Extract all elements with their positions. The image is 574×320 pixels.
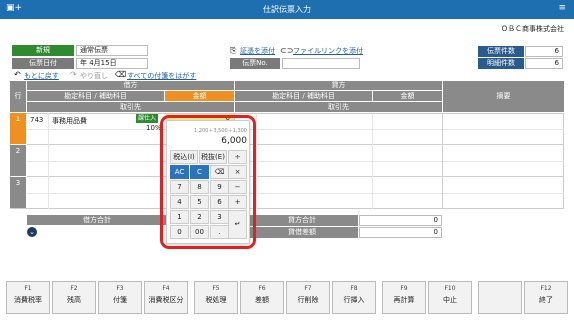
account-name[interactable]: 事務用品費 xyxy=(52,116,87,126)
fkey-key: F2 xyxy=(70,285,78,292)
fkey-blank xyxy=(478,281,522,314)
col-divider xyxy=(256,113,257,209)
undo-icon: ↶ xyxy=(14,70,21,79)
fkey-f6[interactable]: F6 差額 xyxy=(240,281,284,314)
credit-header: 貸方 xyxy=(235,81,442,90)
debit-total-label: 借方合計 xyxy=(27,215,167,225)
fkey-key: F9 xyxy=(400,285,408,292)
mode-label: 新規 xyxy=(12,45,74,56)
filelink-link[interactable]: ファイルリンクを添付 xyxy=(293,46,363,56)
fkey-f1[interactable]: F1 消費税率 xyxy=(6,281,50,314)
fkey-key: F12 xyxy=(540,285,552,292)
fkey-key: F5 xyxy=(212,285,220,292)
detail-count-label: 明細件数 xyxy=(478,58,524,69)
fkey-label: 付箋 xyxy=(113,296,127,304)
col-divider xyxy=(442,113,443,209)
fkey-label: 中止 xyxy=(443,296,457,304)
fkey-f4[interactable]: F4 消費税区分 xyxy=(144,281,188,314)
company-name: ＯＢＣ商事株式会社 xyxy=(501,25,564,33)
fkey-f2[interactable]: F2 残高 xyxy=(52,281,96,314)
detail-count-value: 6 xyxy=(525,58,563,69)
row-number[interactable]: 1 xyxy=(10,113,26,144)
col-divider xyxy=(372,113,373,209)
fkey-label: 差額 xyxy=(255,296,269,304)
difference-value: 0 xyxy=(359,227,442,238)
row-divider xyxy=(27,176,564,177)
fkey-label: 終了 xyxy=(539,296,553,304)
number-field[interactable] xyxy=(282,58,360,69)
row-divider xyxy=(27,161,564,162)
row-divider xyxy=(27,193,564,194)
debit-account-header: 勘定科目 / 補助科目 xyxy=(27,91,164,101)
fkey-f7[interactable]: F7 行削除 xyxy=(286,281,330,314)
difference-label: 貸借差額 xyxy=(246,227,358,238)
fkey-f8[interactable]: F8 行挿入 xyxy=(332,281,376,314)
row-header: 行 xyxy=(10,81,26,112)
row-divider xyxy=(27,129,564,130)
redo-link[interactable]: やり直し xyxy=(80,71,108,81)
memo-header: 摘要 xyxy=(443,81,564,112)
fkey-f9[interactable]: F9 再計算 xyxy=(382,281,426,314)
col-divider xyxy=(48,113,49,209)
fkey-label: 行削除 xyxy=(297,296,319,304)
attach-link[interactable]: 証憑を添付 xyxy=(240,46,275,56)
row-number[interactable]: 3 xyxy=(10,177,26,208)
number-label: 伝票No. xyxy=(230,58,280,69)
row-number[interactable]: 2 xyxy=(10,145,26,176)
fkey-key: F10 xyxy=(444,285,456,292)
fkey-label: 消費税率 xyxy=(14,296,42,304)
fkey-f5[interactable]: F5 税処理 xyxy=(194,281,238,314)
window-title: 仕訳伝票入力 xyxy=(263,5,311,14)
date-label: 伝票日付 xyxy=(12,58,74,69)
fkey-key: F1 xyxy=(24,285,32,292)
fkey-f3[interactable]: F3 付箋 xyxy=(98,281,142,314)
fkey-key: F7 xyxy=(304,285,312,292)
slip-count-label: 伝票件数 xyxy=(478,46,524,57)
debit-amount-header: 金額 xyxy=(165,91,234,101)
remove-notes-link[interactable]: すべての付箋をはがす xyxy=(127,71,196,81)
undo-link[interactable]: もとに戻す xyxy=(24,71,59,81)
row-divider xyxy=(27,144,564,145)
credit-account-header: 勘定科目 / 補助科目 xyxy=(235,91,372,101)
fkey-f12[interactable]: F12 終了 xyxy=(524,281,568,314)
fkey-key: F6 xyxy=(258,285,266,292)
date-field[interactable]: 年 4月15日 xyxy=(76,58,148,69)
fkey-label: 行挿入 xyxy=(343,296,365,304)
slip-count-value: 6 xyxy=(525,46,563,57)
fkey-label: 消費税区分 xyxy=(148,296,184,304)
sticky-note-icon: ⌫ xyxy=(115,70,127,79)
credit-total-label: 貸方合計 xyxy=(246,215,358,226)
fkey-f10[interactable]: F10 中止 xyxy=(428,281,472,314)
debit-partner-header: 取引先 xyxy=(27,102,234,112)
link-icon: ⊂⊃ xyxy=(280,46,294,55)
redo-icon: ↷ xyxy=(70,70,77,79)
fkey-label: 再計算 xyxy=(393,296,415,304)
fkey-label: 税処理 xyxy=(205,296,227,304)
fkey-key: F8 xyxy=(350,285,358,292)
highlight-ring xyxy=(160,115,256,249)
fkey-key: F4 xyxy=(162,285,170,292)
fkey-label: 残高 xyxy=(67,296,81,304)
credit-amount-header: 金額 xyxy=(373,91,442,101)
credit-partner-header: 取引先 xyxy=(235,102,442,112)
tax-badge: 課仕入 xyxy=(136,114,159,123)
credit-total-value: 0 xyxy=(359,215,442,226)
title-bar: ▣+ 仕訳伝票入力 ≡ xyxy=(0,0,574,19)
account-code[interactable]: 743 xyxy=(30,116,43,124)
paperclip-icon: ⎘ xyxy=(230,46,237,55)
menu-icon[interactable]: ≡ xyxy=(558,3,566,13)
fkey-key: F3 xyxy=(116,285,124,292)
chevron-down-icon[interactable]: ⌄ xyxy=(27,227,37,237)
voucher-type-field[interactable]: 通常伝票 xyxy=(76,45,148,56)
debit-header: 借方 xyxy=(27,81,234,90)
